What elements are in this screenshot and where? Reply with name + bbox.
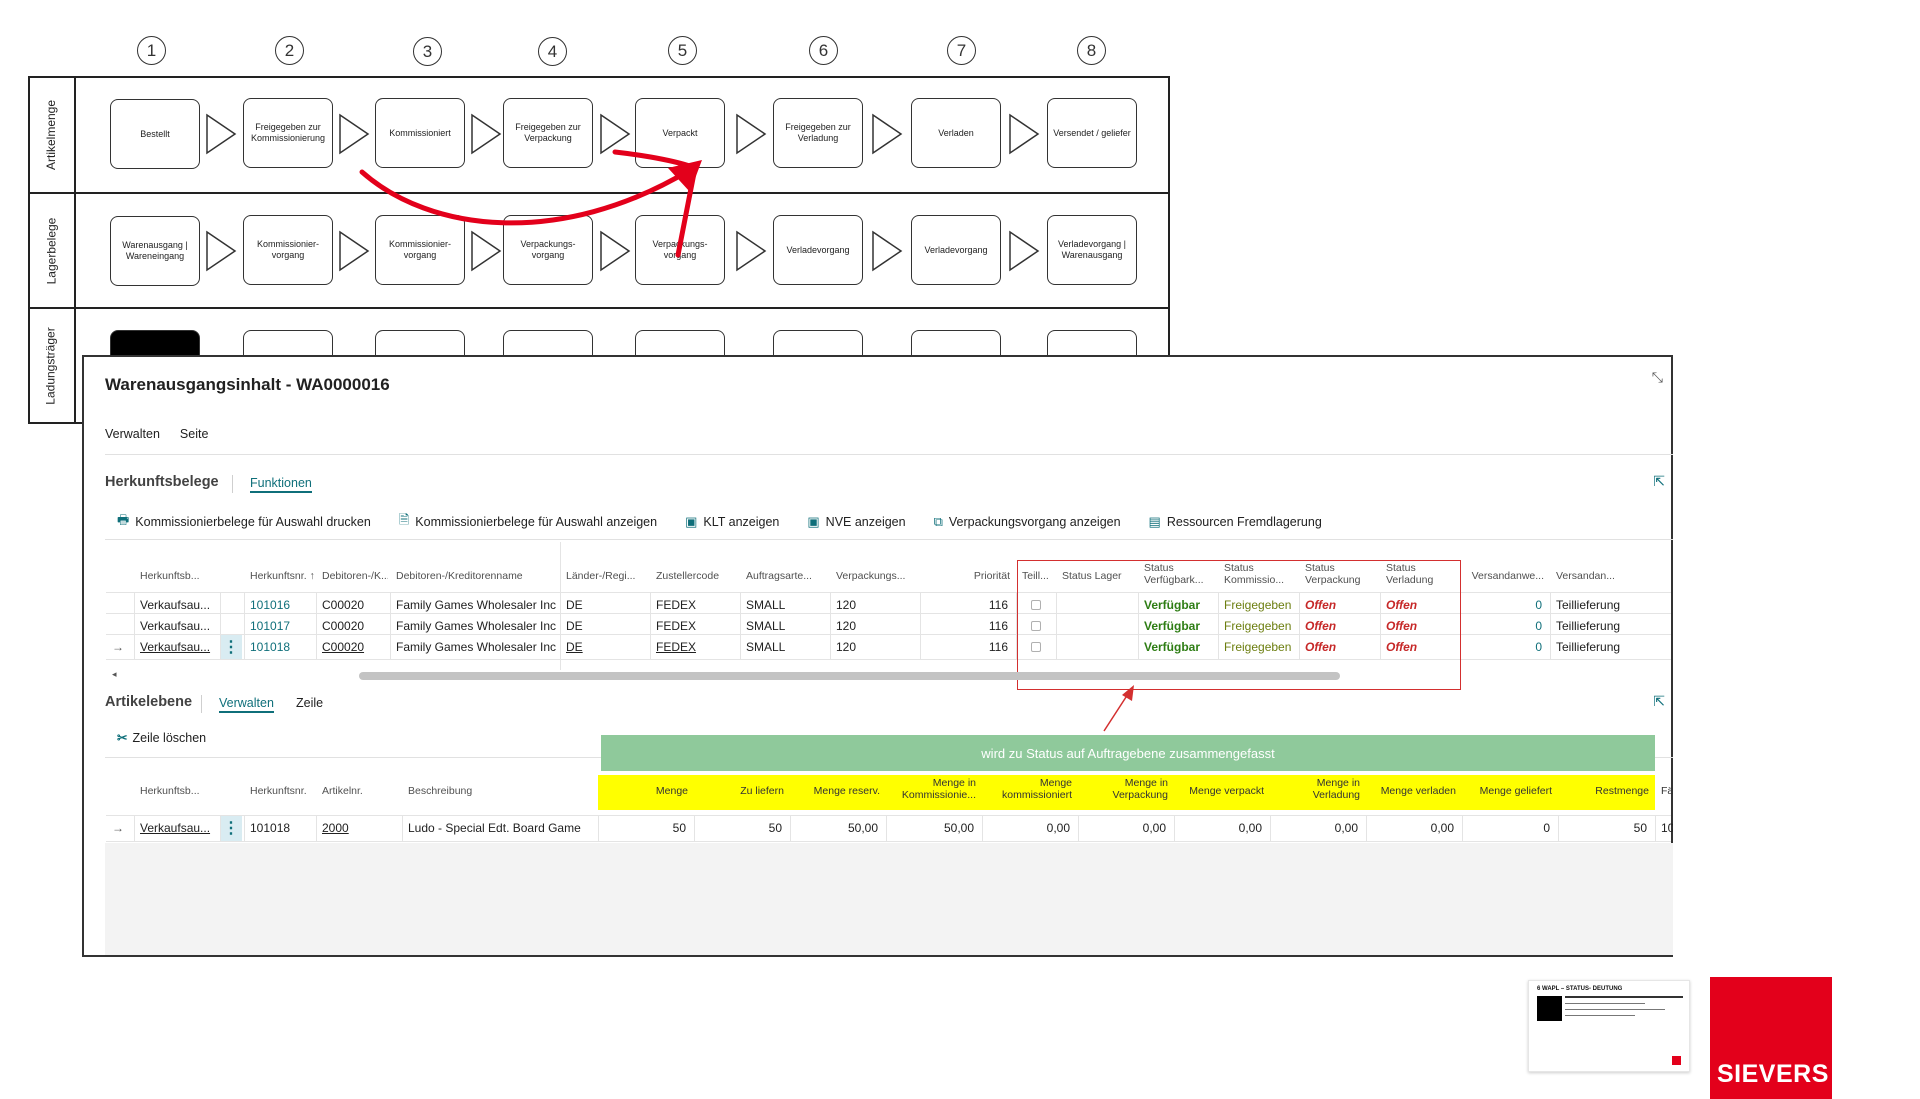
cell-divider xyxy=(1655,816,1656,841)
table-cell: 10 xyxy=(1661,821,1673,835)
cell-divider xyxy=(1558,816,1559,841)
sievers-logo: SIEVERS xyxy=(1710,977,1832,1099)
column-header[interactable]: Fäll xyxy=(1661,785,1673,815)
table-cell: 0 xyxy=(1543,821,1550,835)
table-cell: 101018 xyxy=(250,821,291,835)
thumbnail-image xyxy=(1565,1015,1635,1016)
cell-divider xyxy=(244,816,245,841)
column-header[interactable]: Beschreibung xyxy=(408,785,596,815)
cell-divider xyxy=(694,816,695,841)
table-cell: 0,00 xyxy=(1238,821,1262,835)
row-actions-icon[interactable]: ⋮ xyxy=(220,816,242,841)
cell-divider xyxy=(1366,816,1367,841)
cell-divider xyxy=(886,816,887,841)
table-cell: Ludo - Special Edt. Board Game xyxy=(408,821,581,835)
cell-divider xyxy=(598,816,599,841)
table-cell: 50 xyxy=(672,821,686,835)
cell-divider xyxy=(134,816,135,841)
thumbnail-logo xyxy=(1672,1056,1681,1065)
cell-divider xyxy=(982,816,983,841)
table-cell: 0,00 xyxy=(1334,821,1358,835)
cell-divider xyxy=(1270,816,1271,841)
table-cell: 0,00 xyxy=(1142,821,1166,835)
cell-divider xyxy=(1078,816,1079,841)
table-cell: 50 xyxy=(1633,821,1647,835)
cell-divider xyxy=(316,816,317,841)
empty-list-area xyxy=(105,843,1673,955)
thumbnail-image xyxy=(1565,996,1683,998)
table-cell: 50 xyxy=(768,821,782,835)
slide-thumbnail: 6 WAPL – STATUS- DEUTUNG xyxy=(1528,980,1690,1072)
column-header[interactable]: Menge xyxy=(604,785,692,815)
column-header[interactable]: Restmenge xyxy=(1564,785,1653,815)
column-header[interactable]: Artikelnr. xyxy=(322,785,400,815)
cell-divider xyxy=(1462,816,1463,841)
cell-divider xyxy=(1174,816,1175,841)
column-header[interactable]: Zu liefern xyxy=(700,785,788,815)
table-cell: 0,00 xyxy=(1046,821,1070,835)
row-divider xyxy=(106,841,1671,842)
column-header[interactable]: Menge geliefert xyxy=(1468,785,1556,815)
column-header[interactable]: Menge verpackt xyxy=(1180,785,1268,815)
table-cell: 50,00 xyxy=(847,821,878,835)
logo-text: SIEVERS xyxy=(1717,1060,1829,1088)
table-cell[interactable]: Verkaufsau... xyxy=(140,816,218,841)
table-cell: 50,00 xyxy=(943,821,974,835)
column-header[interactable]: Menge in Kommissionie... xyxy=(892,777,980,807)
lines-table: Herkunftsb... Herkunftsnr. Artikelnr. Besch… xyxy=(84,357,1675,857)
table-cell: 0,00 xyxy=(1430,821,1454,835)
cell-divider xyxy=(790,816,791,841)
column-header[interactable]: Menge reserv. xyxy=(796,785,884,815)
thumbnail-image xyxy=(1565,1003,1645,1004)
cell-divider xyxy=(402,816,403,841)
thumbnail-title: 6 WAPL – STATUS- DEUTUNG xyxy=(1537,986,1623,992)
thumbnail-image xyxy=(1565,1009,1665,1010)
cell-divider xyxy=(220,816,221,841)
thumbnail-image xyxy=(1537,996,1562,1021)
column-header[interactable]: Herkunftsb... xyxy=(140,785,218,815)
column-header[interactable]: Menge in Verpackung xyxy=(1084,777,1172,807)
row-selector-icon[interactable]: → xyxy=(112,821,124,835)
column-header[interactable]: Menge kommissioniert xyxy=(988,777,1076,807)
column-header[interactable]: Herkunftsnr. xyxy=(250,785,314,815)
column-header[interactable]: Menge in Verladung xyxy=(1276,777,1364,807)
warehouse-shipment-dialog: Warenausgangsinhalt - WA0000016 ⤡ Verwal… xyxy=(82,355,1673,957)
column-header[interactable]: Menge verladen xyxy=(1372,785,1460,815)
table-cell: 2000 xyxy=(322,821,349,835)
